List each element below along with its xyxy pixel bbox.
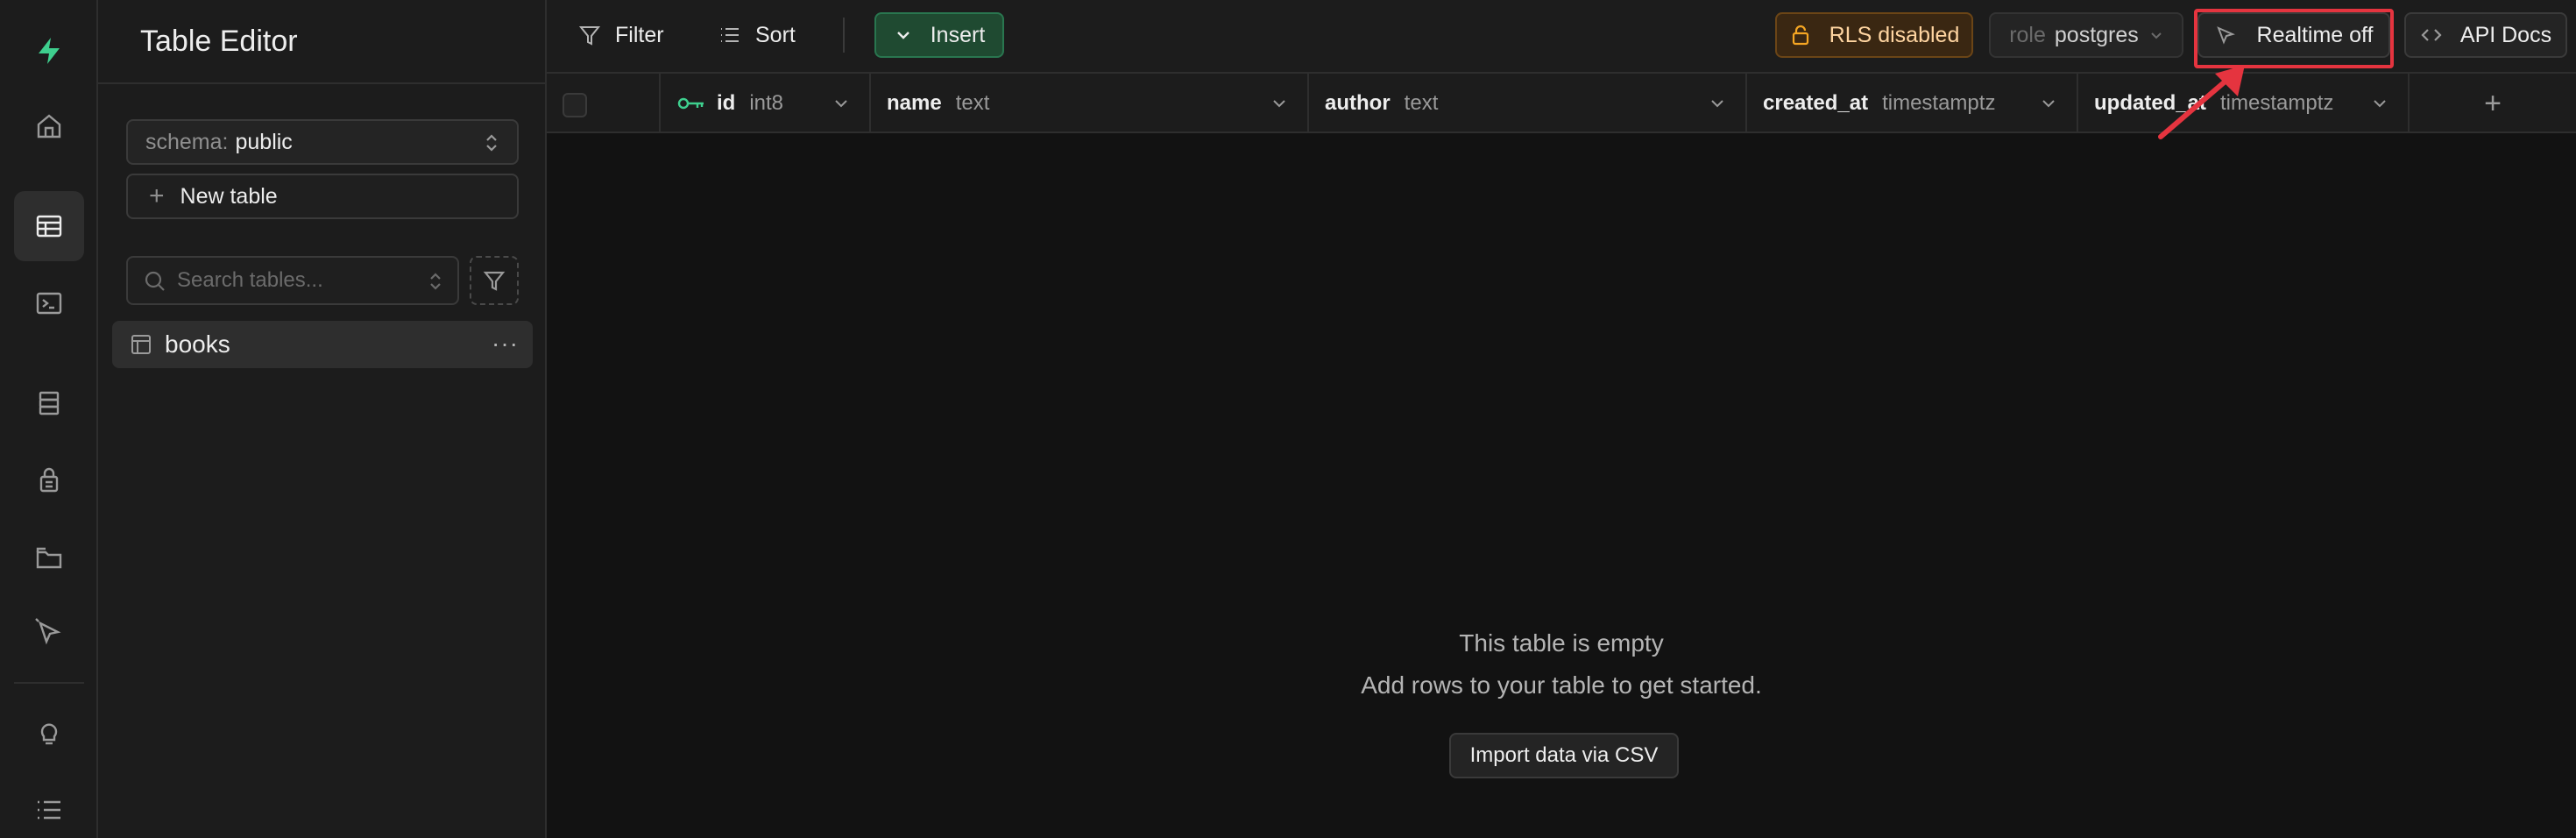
schema-label: schema: <box>145 129 229 154</box>
rls-status-button[interactable]: RLS disabled <box>1775 12 1973 58</box>
page-title: Table Editor <box>140 25 298 58</box>
home-icon[interactable] <box>14 91 84 161</box>
search-placeholder: Search tables... <box>177 268 323 292</box>
column-type: timestamptz <box>1882 91 1996 115</box>
column-header-updated-at[interactable]: updated_at timestamptz <box>2078 74 2410 133</box>
role-select[interactable]: role postgres <box>1989 12 2183 58</box>
database-icon[interactable] <box>14 368 84 438</box>
more-options-icon[interactable]: ··· <box>492 330 519 358</box>
table-editor-sidebar: Table Editor schema: public + New table … <box>98 0 547 838</box>
table-editor-icon[interactable] <box>14 191 84 261</box>
column-type: timestamptz <box>2220 91 2334 115</box>
column-type: text <box>1404 91 1439 115</box>
new-table-label: New table <box>180 183 278 209</box>
table-icon <box>131 335 151 354</box>
chevron-down-icon[interactable] <box>832 95 850 112</box>
column-name: created_at <box>1763 91 1869 115</box>
sql-editor-icon[interactable] <box>14 268 84 338</box>
chevron-down-icon[interactable] <box>1270 95 1288 112</box>
search-icon <box>145 271 165 291</box>
schema-value: public <box>235 129 293 154</box>
cursor-icon <box>2216 26 2235 45</box>
rail-divider <box>14 682 84 684</box>
insert-button[interactable]: Insert <box>874 12 1004 58</box>
column-type: int8 <box>749 91 784 115</box>
chevron-up-down-icon <box>430 273 441 290</box>
lock-open-icon <box>1792 25 1808 46</box>
logs-icon[interactable] <box>14 775 84 838</box>
storage-icon[interactable] <box>14 522 84 593</box>
chevron-down-icon <box>2151 32 2162 39</box>
column-name: updated_at <box>2094 91 2207 115</box>
grid-header: id int8 name text author text created_at… <box>547 72 2576 133</box>
select-all-cell <box>547 74 661 133</box>
filter-tables-button[interactable] <box>470 256 519 305</box>
rls-label: RLS disabled <box>1829 22 1960 47</box>
filter-icon <box>483 271 506 291</box>
empty-state-title: This table is empty <box>1459 629 1664 657</box>
supabase-logo-icon[interactable] <box>14 16 84 86</box>
filter-label: Filter <box>615 22 664 47</box>
insert-label: Insert <box>930 22 986 47</box>
select-all-checkbox[interactable] <box>563 93 587 117</box>
advisors-icon[interactable] <box>14 698 84 768</box>
code-icon <box>2421 29 2442 41</box>
empty-state-subtitle: Add rows to your table to get started. <box>1361 671 1762 699</box>
realtime-toggle-button[interactable]: Realtime off <box>2197 12 2390 58</box>
role-value: postgres <box>2054 22 2139 47</box>
chevron-down-icon <box>896 32 909 39</box>
column-header-name[interactable]: name text <box>871 74 1309 133</box>
role-label: role <box>2009 22 2046 47</box>
filter-button[interactable]: Filter <box>578 12 664 58</box>
sort-button[interactable]: Sort <box>718 12 796 58</box>
main-content: Filter Sort Insert RLS disabled role pos… <box>547 0 2576 838</box>
grid-toolbar: Filter Sort Insert RLS disabled role pos… <box>547 0 2576 72</box>
column-header-id[interactable]: id int8 <box>661 74 871 133</box>
new-table-button[interactable]: + New table <box>126 174 519 219</box>
column-name: name <box>887 91 942 115</box>
sort-label: Sort <box>755 22 796 47</box>
filter-icon <box>578 26 601 46</box>
column-name: id <box>717 91 736 115</box>
toolbar-divider <box>843 18 845 53</box>
table-name: books <box>165 330 230 358</box>
plus-icon: + <box>149 181 165 210</box>
add-column-button[interactable]: + <box>2410 74 2576 133</box>
chevron-down-icon[interactable] <box>2040 95 2057 112</box>
column-header-author[interactable]: author text <box>1309 74 1747 133</box>
key-icon <box>677 97 704 110</box>
api-docs-button[interactable]: API Docs <box>2404 12 2567 58</box>
chevron-up-down-icon <box>486 134 497 152</box>
auth-icon[interactable] <box>14 445 84 515</box>
column-name: author <box>1325 91 1391 115</box>
schema-select[interactable]: schema: public <box>126 119 519 165</box>
sidebar-item-books[interactable]: books ··· <box>112 321 533 368</box>
realtime-label: Realtime off <box>2256 22 2374 47</box>
sort-icon <box>721 28 739 42</box>
column-type: text <box>955 91 990 115</box>
api-docs-label: API Docs <box>2459 22 2552 47</box>
chevron-down-icon[interactable] <box>1709 95 1726 112</box>
search-tables-input[interactable]: Search tables... <box>126 256 459 305</box>
import-csv-button[interactable]: Import data via CSV <box>1449 733 1679 778</box>
edge-functions-icon[interactable] <box>14 598 84 668</box>
chevron-down-icon[interactable] <box>2371 95 2388 112</box>
sidebar-header: Table Editor <box>98 0 545 84</box>
column-header-created-at[interactable]: created_at timestamptz <box>1747 74 2078 133</box>
nav-rail <box>0 0 98 838</box>
